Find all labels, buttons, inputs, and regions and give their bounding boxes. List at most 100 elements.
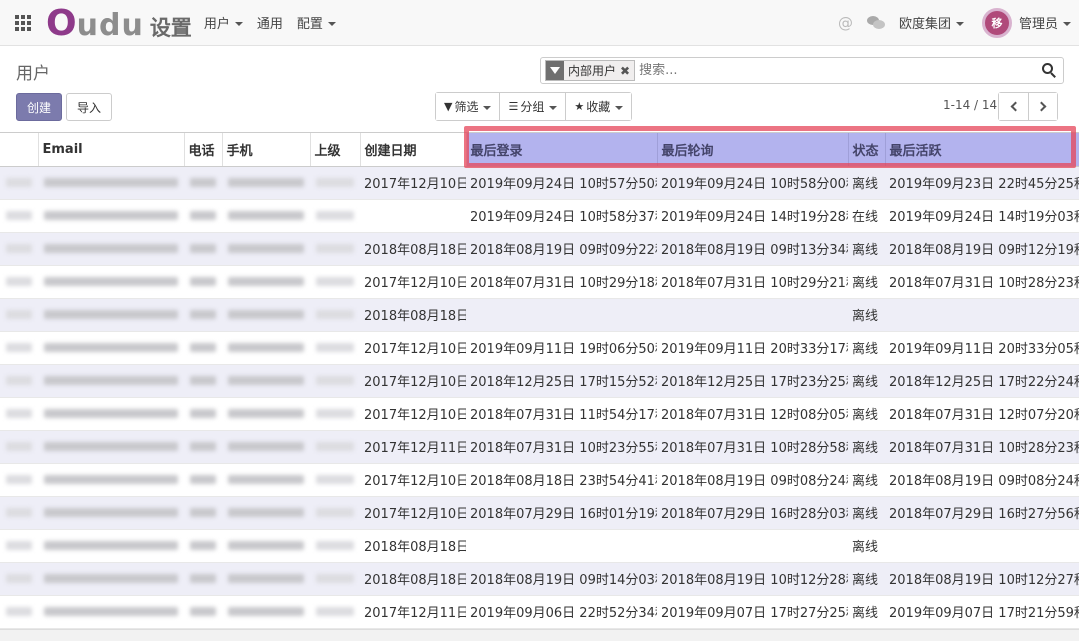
cell-phone-redacted: [184, 265, 222, 299]
cell-last-active: 2018年08月19日 10时12分27秒: [885, 562, 1079, 596]
cell-phone-redacted: [184, 232, 222, 266]
search-icon[interactable]: [1042, 63, 1057, 78]
table-row[interactable]: 2017年12月11日 2018年07月31日 10时23分55秒 2018年07月…: [0, 430, 1079, 464]
column-header-email[interactable]: Email: [38, 133, 185, 167]
column-header-parent[interactable]: 上级: [310, 133, 361, 167]
cell-status: 离线: [848, 430, 885, 464]
table-row[interactable]: 2017年12月10日 2018年08月18日 23时54分41秒 2018年08月…: [0, 463, 1079, 497]
brand-logo[interactable]: O udu 设置: [46, 0, 192, 46]
cell-mobile-redacted: [222, 364, 310, 398]
horizontal-scrollbar[interactable]: [0, 629, 1079, 641]
cell-mobile-redacted: [222, 331, 310, 365]
table-row[interactable]: 2017年12月10日 2018年12月25日 17时15分52秒 2018年12月…: [0, 364, 1079, 398]
table-row[interactable]: 2017年12月10日 2018年07月29日 16时01分19秒 2018年07月…: [0, 496, 1079, 530]
cell-last-active: 2018年08月19日 09时12分19秒: [885, 232, 1079, 266]
user-menu[interactable]: 管理员: [1019, 13, 1071, 32]
cell-create-date: 2017年12月10日: [360, 397, 466, 431]
table-row[interactable]: 2018年08月18日 2018年08月19日 09时09分22秒 2018年08月…: [0, 232, 1079, 266]
cell-last-active: 2018年07月29日 16时27分56秒: [885, 496, 1079, 530]
table-row[interactable]: 2017年12月10日 2018年07月31日 11时54分17秒 2018年07月…: [0, 397, 1079, 431]
cell-phone-redacted: [184, 397, 222, 431]
apps-menu-icon[interactable]: [0, 0, 46, 46]
table-row[interactable]: 2018年08月18日 离线: [0, 298, 1079, 332]
cell-parent-redacted: [310, 331, 360, 365]
menu-item-general[interactable]: 通用: [257, 13, 283, 32]
cell-create-date: 2017年12月11日: [360, 595, 466, 629]
table-row[interactable]: 2017年12月10日 2019年09月24日 10时57分50秒 2019年09月…: [0, 166, 1079, 200]
cell-create-date: 2017年12月10日: [360, 496, 466, 530]
table-row[interactable]: 2018年08月18日 离线: [0, 529, 1079, 563]
cell-mobile-redacted: [222, 529, 310, 563]
column-header-last-active[interactable]: 最后活跃: [885, 133, 1079, 167]
facet-remove-icon[interactable]: ✖: [620, 64, 634, 78]
menu-item-config[interactable]: 配置: [297, 13, 336, 32]
cell-email-redacted: [38, 595, 184, 629]
caret-down-icon: [483, 105, 492, 110]
table-row[interactable]: 2019年09月24日 10时58分37秒 2019年09月24日 14时19分2…: [0, 199, 1079, 233]
cell-status: 离线: [848, 265, 885, 299]
caret-down-icon: [327, 21, 336, 26]
cell-last-poll: 2019年09月07日 17时27分25秒: [657, 595, 848, 629]
cell-phone-redacted: [184, 562, 222, 596]
list-icon: ☰: [508, 100, 519, 113]
cell-parent-redacted: [310, 529, 360, 563]
column-header-status[interactable]: 状态: [848, 133, 886, 167]
cell-parent-redacted: [310, 298, 360, 332]
cell-create-date: 2017年12月11日: [360, 430, 466, 464]
pager-previous-button[interactable]: [999, 93, 1028, 120]
mentions-icon[interactable]: @: [838, 14, 853, 32]
cell-last-login: 2018年12月25日 17时15分52秒: [466, 364, 657, 398]
filter-icon: ▼: [444, 100, 453, 113]
cell-status: 离线: [848, 463, 885, 497]
users-list-view: Email 电话 手机 上级 创建日期 最后登录 最后轮询 状态 最后活跃 20…: [0, 132, 1079, 629]
control-panel: 用户 内部用户 ✖ 创建 导入 ▼ 筛选 ☰ 分组 ★ 收藏 1-14 / 14: [0, 47, 1079, 132]
cell-last-login: [466, 298, 657, 332]
cell-phone-redacted: [184, 595, 222, 629]
cell-last-active: 2018年07月31日 10时28分23秒: [885, 430, 1079, 464]
cell-status: 离线: [848, 562, 885, 596]
top-menu: 用户 通用 配置: [204, 13, 350, 32]
cell-phone-redacted: [184, 199, 222, 233]
column-header-create-date[interactable]: 创建日期: [360, 133, 467, 167]
cell-parent-redacted: [310, 232, 360, 266]
table-row[interactable]: 2017年12月10日 2019年09月11日 19时06分50秒 2019年09月…: [0, 331, 1079, 365]
cell-last-active: 2019年09月24日 14时19分03秒: [885, 199, 1079, 233]
column-header-last-login[interactable]: 最后登录: [466, 133, 658, 167]
favorites-label: 收藏: [586, 100, 611, 114]
cell-status: 离线: [848, 529, 885, 563]
cell-status: 离线: [848, 397, 885, 431]
pager-value[interactable]: 1-14 / 14: [943, 98, 997, 112]
cell-parent-redacted: [310, 463, 360, 497]
column-header-last-poll[interactable]: 最后轮询: [657, 133, 849, 167]
cell-last-poll: 2018年08月19日 09时13分34秒: [657, 232, 848, 266]
table-row[interactable]: 2017年12月10日 2018年07月31日 10时29分18秒 2018年07月…: [0, 265, 1079, 299]
import-button[interactable]: 导入: [66, 93, 112, 121]
cell-selector: [0, 397, 38, 431]
pager-next-button[interactable]: [1028, 93, 1057, 120]
navbar-right: @ 欧度集团 移 管理员: [838, 0, 1079, 46]
chat-icon[interactable]: [866, 15, 885, 30]
cell-status: 离线: [848, 331, 885, 365]
search-input[interactable]: [639, 63, 1020, 78]
cell-last-login: 2018年07月29日 16时01分19秒: [466, 496, 657, 530]
table-row[interactable]: 2018年08月18日 2018年08月19日 09时14分03秒 2018年08月…: [0, 562, 1079, 596]
cell-create-date: 2018年08月18日: [360, 298, 466, 332]
create-button[interactable]: 创建: [16, 93, 62, 121]
filters-button[interactable]: ▼ 筛选: [436, 93, 501, 120]
search-bar[interactable]: 内部用户 ✖: [540, 57, 1064, 84]
cell-parent-redacted: [310, 397, 360, 431]
cell-last-active: 2018年07月31日 10时28分23秒: [885, 265, 1079, 299]
favorites-button[interactable]: ★ 收藏: [566, 93, 632, 120]
table-row[interactable]: 2017年12月11日 2019年09月06日 22时52分34秒 2019年09月…: [0, 595, 1079, 629]
cell-parent-redacted: [310, 364, 360, 398]
cell-last-active: 2018年08月19日 09时08分24秒: [885, 463, 1079, 497]
groupby-button[interactable]: ☰ 分组: [500, 93, 567, 120]
pager-buttons: [998, 92, 1058, 121]
cell-last-poll: 2018年07月31日 12时08分05秒: [657, 397, 848, 431]
menu-item-users[interactable]: 用户: [204, 13, 243, 32]
column-header-selector[interactable]: [0, 133, 39, 167]
column-header-mobile[interactable]: 手机: [222, 133, 311, 167]
avatar[interactable]: 移: [981, 7, 1012, 38]
company-switcher[interactable]: 欧度集团: [899, 13, 964, 32]
column-header-phone[interactable]: 电话: [184, 133, 223, 167]
